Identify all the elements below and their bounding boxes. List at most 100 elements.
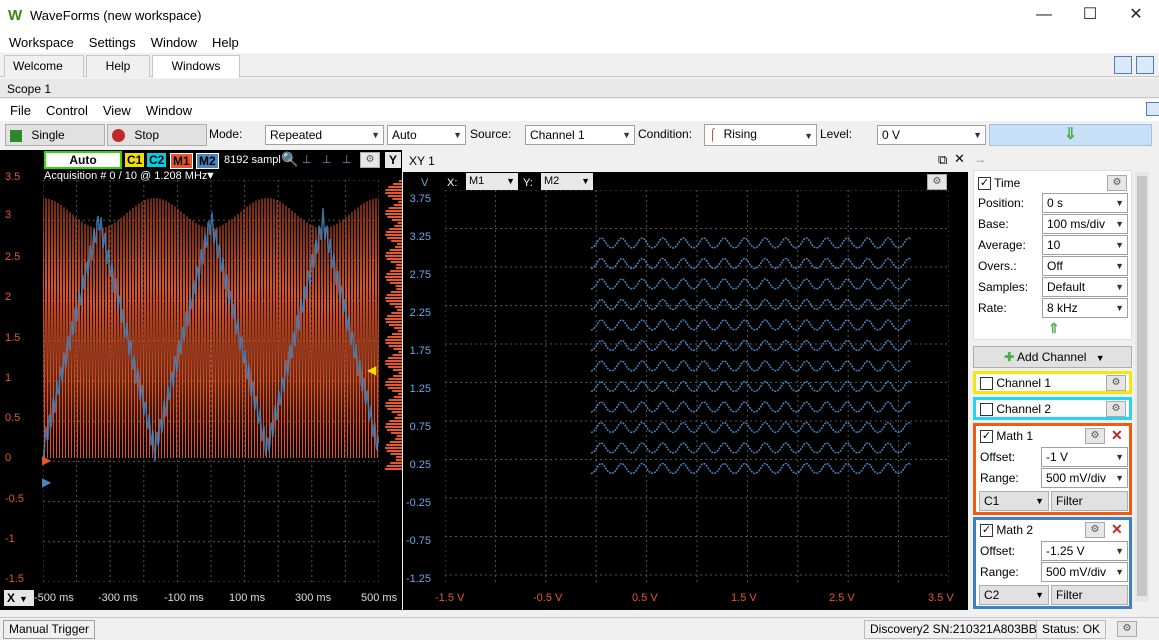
y-axis-button[interactable]: Y — [385, 152, 401, 168]
gear-icon[interactable]: ⚙ — [1106, 401, 1126, 417]
arrow-up-icon[interactable]: ⇑ — [1048, 320, 1060, 337]
rate-value: 8 kHz — [1047, 301, 1078, 315]
scope-waveform-plot[interactable] — [43, 180, 379, 582]
auto-button[interactable]: Auto — [44, 151, 122, 169]
tab-help[interactable]: Help — [86, 55, 150, 77]
overs-label: Overs.: — [978, 259, 1017, 273]
x-axis-button[interactable]: X ▼ — [4, 590, 34, 606]
trigger-level-marker[interactable]: ◀ — [367, 363, 376, 377]
math2-filter-label: Filter — [1056, 588, 1083, 602]
y-tick: 0 — [5, 452, 12, 464]
histogram-bar — [387, 408, 402, 410]
restore-icon[interactable] — [1146, 102, 1159, 116]
chevron-down-icon: ▼ — [453, 130, 462, 140]
trigger-position-marker[interactable]: ▼ — [205, 170, 216, 182]
c1-toggle[interactable]: C1 — [125, 153, 145, 167]
stop-button[interactable]: Stop — [107, 124, 207, 146]
arrow-right-icon[interactable]: → — [974, 152, 986, 166]
auto-select[interactable]: Auto ▼ — [387, 125, 466, 145]
m1-toggle[interactable]: M1 — [170, 153, 193, 169]
condition-select[interactable]: ⌠ Rising ▼ — [704, 124, 817, 146]
histogram-bar — [387, 357, 402, 359]
cursor-icon[interactable]: ⊥ — [302, 153, 312, 166]
histogram-bar — [396, 435, 402, 437]
math2-range-select[interactable]: 500 mV/div ▼ — [1041, 562, 1128, 582]
overs-select[interactable]: Off ▼ — [1042, 256, 1128, 276]
xy-y-source-select[interactable]: M2 ▼ — [541, 173, 593, 190]
histogram-bar — [395, 438, 402, 440]
scope-menu-window[interactable]: Window — [146, 103, 192, 118]
device-info[interactable]: Discovery2 SN:210321A803BB — [864, 620, 1043, 639]
average-label: Average: — [978, 238, 1026, 252]
gear-icon[interactable]: ⚙ — [360, 152, 380, 168]
scope-menu-view[interactable]: View — [103, 103, 131, 118]
math1-offset-label: Offset: — [980, 450, 1016, 464]
xy-plot-area[interactable] — [445, 190, 949, 585]
gear-icon[interactable]: ⚙ — [1117, 621, 1137, 637]
scope-menu-control[interactable]: Control — [46, 103, 88, 118]
panel-scrollbar[interactable] — [1135, 172, 1149, 602]
menu-workspace[interactable]: Workspace — [9, 35, 74, 50]
add-channel-button[interactable]: ✚ Add Channel ▼ — [973, 346, 1132, 368]
trigger-arrow-button[interactable]: ⇓ — [989, 124, 1152, 146]
manual-trigger-button[interactable]: Manual Trigger — [3, 620, 96, 639]
math2-offset-input[interactable]: -1.25 V ▼ — [1041, 541, 1128, 561]
delete-icon[interactable]: ✕ — [1111, 521, 1123, 538]
m1-offset-marker[interactable]: ▶ — [42, 453, 51, 467]
histogram-bar — [397, 309, 402, 311]
tile-icon[interactable] — [1136, 56, 1154, 74]
menu-help[interactable]: Help — [212, 35, 239, 50]
math2-source-select[interactable]: C2 ▼ — [979, 585, 1049, 605]
math2-filter-button[interactable]: Filter — [1051, 585, 1128, 605]
single-button[interactable]: Single — [5, 124, 105, 146]
gear-icon[interactable]: ⚙ — [1085, 428, 1105, 444]
chevron-down-icon: ▼ — [804, 131, 813, 141]
time-checkbox[interactable]: ✓ Time — [978, 176, 1020, 191]
mode-select[interactable]: Repeated ▼ — [265, 125, 384, 145]
m2-toggle[interactable]: M2 — [196, 153, 219, 169]
histogram-bar — [386, 450, 402, 452]
maximize-button[interactable]: ☐ — [1067, 0, 1113, 31]
source-select[interactable]: Channel 1 ▼ — [525, 125, 635, 145]
gear-icon[interactable]: ⚙ — [1085, 522, 1105, 538]
position-input[interactable]: 0 s ▼ — [1042, 193, 1128, 213]
m2-offset-marker[interactable]: ▶ — [42, 475, 51, 489]
menu-settings[interactable]: Settings — [89, 35, 136, 50]
channel2-checkbox[interactable]: Channel 2 — [980, 402, 1051, 417]
tab-windows[interactable]: Windows — [152, 55, 240, 78]
close-icon[interactable]: ✕ — [954, 151, 965, 167]
channel1-checkbox[interactable]: Channel 1 — [980, 376, 1051, 391]
scope-plot-panel: Auto C1 C2 M1 M2 8192 sampl 🔍 ⊥ ⊥ ⊥ ⚙ Y … — [0, 150, 402, 610]
rate-select[interactable]: 8 kHz ▼ — [1042, 298, 1128, 318]
c2-toggle[interactable]: C2 — [147, 153, 167, 167]
histogram-bar — [385, 402, 402, 404]
cursor-icon[interactable]: ⊥ — [322, 153, 332, 166]
histogram-bar — [390, 270, 402, 272]
base-select[interactable]: 100 ms/div ▼ — [1042, 214, 1128, 234]
math1-checkbox[interactable]: ✓ Math 1 — [980, 429, 1033, 444]
zoom-icon[interactable]: 🔍 — [281, 151, 298, 168]
tab-welcome[interactable]: Welcome + — [4, 55, 84, 94]
gear-icon[interactable]: ⚙ — [1106, 375, 1126, 391]
math1-filter-button[interactable]: Filter — [1051, 491, 1128, 511]
close-button[interactable]: ✕ — [1113, 0, 1159, 31]
minimize-button[interactable]: — — [1021, 0, 1067, 31]
math2-checkbox[interactable]: ✓ Math 2 — [980, 523, 1033, 538]
scope-menu-file[interactable]: File — [10, 103, 31, 118]
cursor-icon[interactable]: ⊥ — [342, 153, 352, 166]
math1-range-select[interactable]: 500 mV/div ▼ — [1041, 468, 1128, 488]
float-icon[interactable]: ⧉ — [938, 152, 947, 168]
gear-icon[interactable]: ⚙ — [927, 174, 947, 190]
delete-icon[interactable]: ✕ — [1111, 427, 1123, 444]
average-select[interactable]: 10 ▼ — [1042, 235, 1128, 255]
math1-offset-input[interactable]: -1 V ▼ — [1041, 447, 1128, 467]
panel-scrollbar-thumb[interactable] — [1137, 176, 1147, 596]
gear-icon[interactable]: ⚙ — [1107, 175, 1127, 191]
histogram-bar — [389, 228, 402, 230]
level-input[interactable]: 0 V ▼ — [877, 125, 986, 145]
cascade-icon[interactable] — [1114, 56, 1132, 74]
math1-source-select[interactable]: C1 ▼ — [979, 491, 1049, 511]
samples-select[interactable]: Default ▼ — [1042, 277, 1128, 297]
xy-x-source-select[interactable]: M1 ▼ — [466, 173, 518, 190]
menu-window[interactable]: Window — [151, 35, 197, 50]
